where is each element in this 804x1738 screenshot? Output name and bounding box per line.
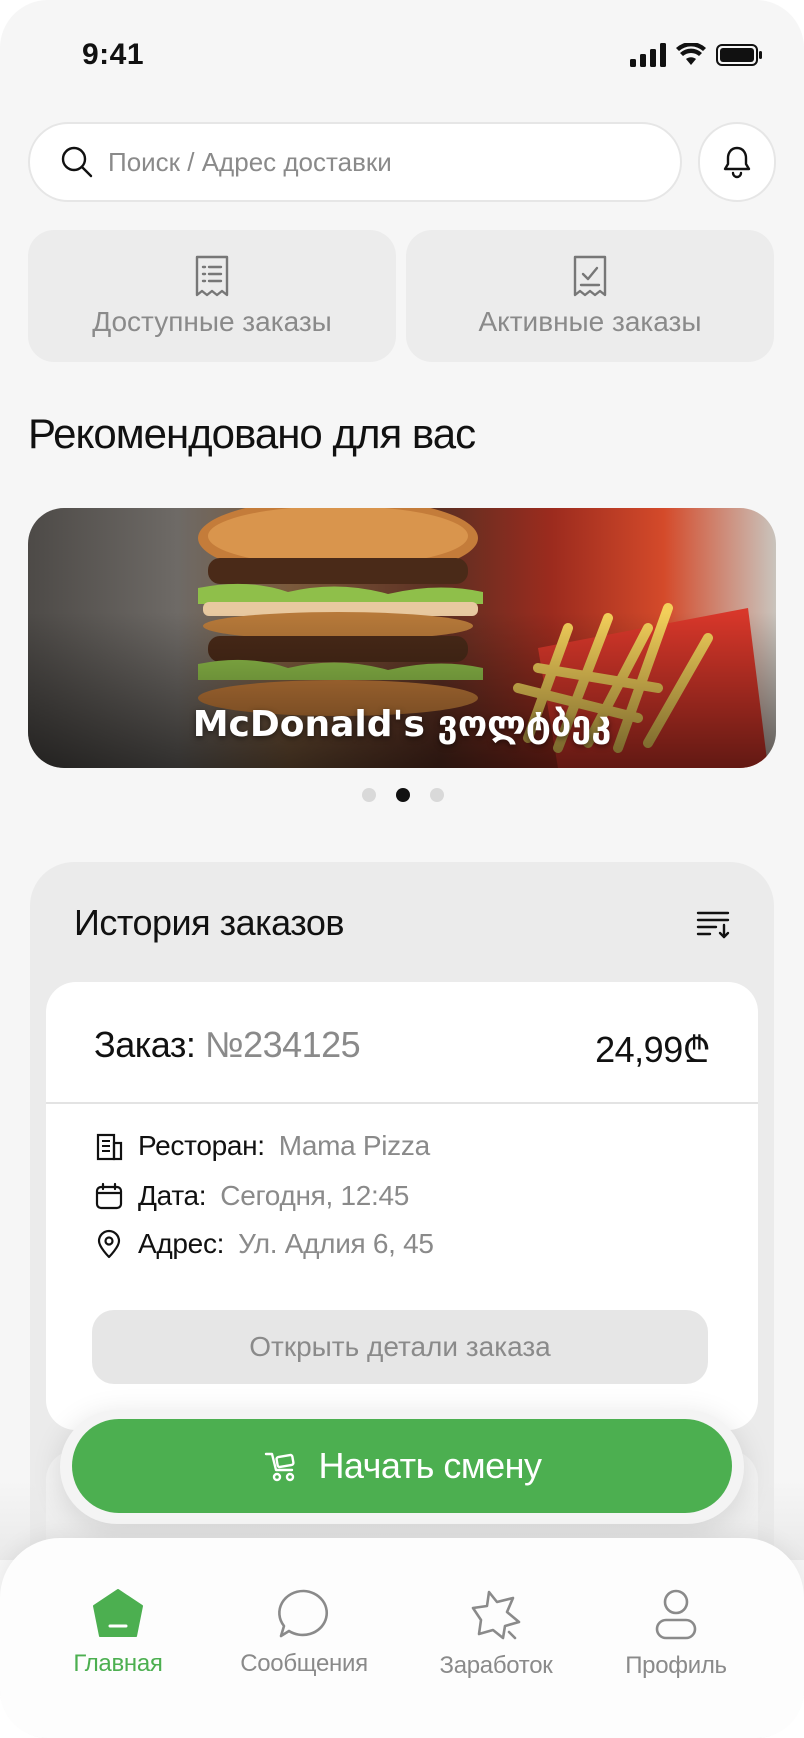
nav-label-profile: Профиль (625, 1652, 727, 1679)
order-price: 24,99₾ (595, 1029, 710, 1070)
receipt-icon (195, 255, 229, 297)
home-icon (93, 1589, 143, 1637)
status-time: 9:41 (82, 38, 145, 71)
order-details-button[interactable]: Открыть детали заказа (92, 1310, 708, 1384)
banner-text: McDonald's ვოლტბეკ (192, 704, 612, 745)
signal-icon (630, 43, 666, 67)
divider (46, 1102, 758, 1104)
order-number-value: №234125 (204, 1024, 361, 1065)
receipt-check-icon (573, 255, 607, 297)
address-value: Ул. Адлия 6, 45 (238, 1228, 434, 1259)
nav-item-earnings[interactable]: Заработок (406, 1588, 586, 1680)
location-pin-icon (97, 1229, 121, 1259)
recommended-title: Рекомендовано для вас (28, 410, 476, 457)
date-row: Дата: Сегодня, 12:45 (94, 1180, 409, 1212)
wifi-icon (676, 43, 706, 65)
user-icon (655, 1589, 697, 1640)
nav-item-messages[interactable]: Сообщения (214, 1588, 394, 1678)
nav-label-home: Главная (73, 1650, 163, 1677)
sort-button[interactable] (694, 904, 734, 944)
promo-banner[interactable]: McDonald's ვოლტბეკ (28, 508, 776, 768)
search-input[interactable] (108, 146, 648, 178)
battery-icon (716, 44, 762, 66)
active-orders-label: Активные заказы (478, 306, 702, 337)
start-shift-button[interactable]: Начать смену (72, 1419, 732, 1513)
sort-icon (696, 911, 730, 939)
nav-item-profile[interactable]: Профиль (586, 1588, 766, 1680)
order-number: Заказ: №234125 (94, 1024, 361, 1066)
star-icon (471, 1590, 521, 1640)
carousel-pagination (362, 788, 444, 802)
carousel-dot-active[interactable] (396, 788, 410, 802)
notification-button[interactable] (698, 122, 776, 202)
bell-icon (723, 146, 751, 179)
address-row: Адрес: Ул. Адлия 6, 45 (94, 1228, 434, 1260)
building-icon (96, 1133, 123, 1161)
available-orders-label: Доступные заказы (92, 306, 332, 337)
date-label: Дата: (138, 1180, 207, 1211)
nav-label-earnings: Заработок (439, 1652, 553, 1679)
active-orders-tile[interactable]: Активные заказы (406, 230, 774, 362)
status-bar: 9:41 (0, 0, 804, 100)
status-icons (630, 40, 764, 70)
app-screen: 9:41 Поиск / Адрес доставки Доступные за… (0, 0, 804, 1738)
nav-item-home[interactable]: Главная (28, 1588, 208, 1678)
carousel-dot[interactable] (362, 788, 376, 802)
order-history-title: История заказов (74, 902, 345, 943)
restaurant-row: Ресторан: Mama Pizza (94, 1130, 430, 1162)
start-shift-label: Начать смену (318, 1445, 542, 1486)
search-bar[interactable] (28, 122, 682, 202)
restaurant-label: Ресторан: (138, 1130, 265, 1161)
available-orders-tile[interactable]: Доступные заказы (28, 230, 396, 362)
bottom-navigation: Главная Сообщения Заработок Профиль (0, 1538, 804, 1738)
order-prefix: Заказ: (94, 1024, 196, 1065)
nav-label-messages: Сообщения (240, 1650, 368, 1677)
cart-icon (265, 1452, 296, 1482)
carousel-dot[interactable] (430, 788, 444, 802)
calendar-icon (95, 1182, 123, 1210)
search-icon (61, 146, 93, 178)
order-card[interactable]: Заказ: №234125 24,99₾ Ресторан: Mama Piz… (46, 982, 758, 1430)
restaurant-value: Mama Pizza (278, 1130, 430, 1161)
address-label: Адрес: (138, 1228, 225, 1259)
date-value: Сегодня, 12:45 (220, 1180, 410, 1211)
chat-icon (278, 1589, 329, 1638)
